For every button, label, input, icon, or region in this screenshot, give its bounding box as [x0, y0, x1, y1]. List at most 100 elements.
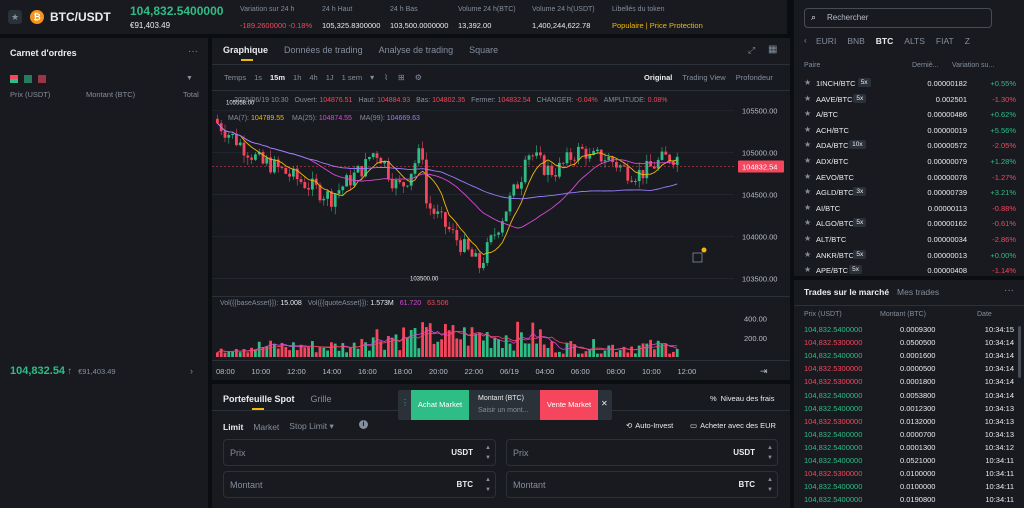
stepper-icon[interactable]: ▲ ▼	[485, 443, 491, 463]
market-row[interactable]: ★ AEVO/BTC 0.00000078 -1.27%	[794, 170, 1024, 185]
favorite-star-icon[interactable]: ★	[804, 172, 811, 181]
chevron-down-icon[interactable]: ▾	[370, 73, 374, 82]
chart-tab[interactable]: Graphique	[223, 45, 268, 61]
market-row[interactable]: ★ A/BTC 0.00000486 +0.62%	[794, 107, 1024, 122]
book-view-sell-icon[interactable]	[38, 75, 46, 83]
market-row[interactable]: ★ ADA/BTC 10x 0.00000572 -2.05%	[794, 138, 1024, 153]
interval-option[interactable]: 1J	[326, 73, 334, 82]
trade-tab[interactable]: Portefeuille Spot	[223, 394, 295, 410]
stepper-icon[interactable]: ▲ ▼	[485, 475, 491, 495]
interval-option[interactable]: 1s	[254, 73, 262, 82]
order-type-option[interactable]: Stop Limit ▾	[289, 421, 333, 432]
price-alert-icon[interactable]	[692, 252, 703, 263]
market-sell-button[interactable]: Vente Market	[540, 390, 598, 420]
market-row[interactable]: ★ AI/BTC 0.00000113 -0.88%	[794, 201, 1024, 216]
favorite-star-icon[interactable]: ★	[804, 125, 811, 134]
candle-body	[451, 229, 455, 231]
symbol-title[interactable]: BTC/USDT	[50, 10, 111, 24]
chart-view-option[interactable]: Original	[644, 73, 672, 82]
interval-option[interactable]: 15m	[270, 73, 285, 82]
search-input[interactable]: ⌕ Rechercher	[804, 8, 992, 28]
expand-icon[interactable]: ⤢	[748, 45, 755, 56]
market-tab[interactable]: BNB	[847, 36, 864, 46]
indicators-icon[interactable]: ⌇	[384, 73, 388, 82]
favorite-star-icon[interactable]: ★	[804, 265, 811, 274]
market-tab[interactable]: EURI	[816, 36, 836, 46]
precision-dropdown-icon[interactable]: ▼	[186, 75, 193, 82]
favorite-star-icon[interactable]: ★	[804, 140, 811, 149]
scrollbar[interactable]	[1018, 326, 1021, 378]
favorite-star-icon[interactable]: ★	[804, 94, 811, 103]
favorite-star-icon[interactable]: ★	[804, 250, 811, 259]
market-row[interactable]: ★ 1INCH/BTC 5x 0.00000182 +0.55%	[794, 76, 1024, 91]
market-tab[interactable]: Z	[965, 36, 970, 46]
book-view-both-icon[interactable]	[10, 75, 18, 83]
market-row[interactable]: ★ ALGO/BTC 5x 0.00000162 -0.61%	[794, 216, 1024, 231]
chevron-right-icon[interactable]: ›	[190, 366, 193, 376]
market-tab[interactable]: FIAT	[936, 36, 954, 46]
favorite-star-icon[interactable]: ★	[804, 78, 811, 87]
close-icon[interactable]: ✕	[601, 399, 608, 408]
sell-price-field[interactable]: Prix USDT ▲ ▼	[506, 439, 778, 466]
favorite-star-icon[interactable]: ★	[804, 234, 811, 243]
trades-tab[interactable]: Mes trades	[897, 287, 939, 297]
buy-amount-field[interactable]: Montant BTC ▲ ▼	[223, 471, 496, 498]
sell-amount-field[interactable]: Montant BTC ▲ ▼	[506, 471, 778, 498]
layout-grid-icon[interactable]: ▦	[768, 44, 777, 55]
volume-bar	[618, 350, 622, 357]
market-row[interactable]: ★ APE/BTC 5x 0.00000408 -1.14%	[794, 263, 1024, 276]
stepper-icon[interactable]: ▲ ▼	[767, 475, 773, 495]
favorite-star-icon[interactable]: ★	[804, 203, 811, 212]
interval-option[interactable]: 1 sem	[342, 73, 362, 82]
stat-value[interactable]: Populaire | Price Protection	[612, 21, 703, 30]
market-tab[interactable]: BTC	[876, 36, 893, 46]
info-icon[interactable]: i	[359, 420, 368, 429]
fee-level-link[interactable]: % Niveau des frais	[710, 394, 774, 403]
favorite-star-icon[interactable]: ★	[804, 109, 811, 118]
trade-amount: 0.0001600	[900, 351, 936, 361]
order-type-option[interactable]: Limit	[223, 422, 243, 432]
candlestick-chart[interactable]: 105500.00 105000.00 104500.00 104000.00 1035…	[212, 100, 790, 290]
buy-price-field[interactable]: Prix USDT ▲ ▼	[223, 439, 496, 466]
scroll-to-latest-icon[interactable]: ⇥	[760, 366, 768, 376]
more-options-icon[interactable]: ···	[1004, 285, 1014, 296]
market-tab[interactable]: ALTS	[904, 36, 925, 46]
chart-tab[interactable]: Analyse de trading	[379, 45, 454, 55]
chart-tab[interactable]: Square	[469, 45, 498, 55]
popup-amount-input[interactable]: Saisir un mont...	[478, 407, 529, 414]
book-view-buy-icon[interactable]	[24, 75, 32, 83]
market-row[interactable]: ★ AGLD/BTC 3x 0.00000739 +3.21%	[794, 185, 1024, 200]
stat-label: 24 h Bas	[390, 6, 418, 13]
market-row[interactable]: ★ ANKR/BTC 5x 0.00000013 +0.00%	[794, 248, 1024, 263]
chart-view-option[interactable]: Trading View	[682, 73, 725, 82]
settings-icon[interactable]: ⚙	[415, 73, 422, 82]
interval-option[interactable]: 4h	[309, 73, 317, 82]
interval-option[interactable]: 1h	[293, 73, 301, 82]
trade-tab[interactable]: Grille	[311, 394, 332, 404]
favorite-star-icon[interactable]: ★	[804, 156, 811, 165]
favorite-star-icon[interactable]: ★	[804, 187, 811, 196]
trade-row: 104,832.5300000 0.0001800 10:34:14	[794, 375, 1018, 388]
market-row[interactable]: ★ AAVE/BTC 5x 0.002501 -1.30%	[794, 92, 1024, 107]
volume-bar	[599, 353, 603, 357]
market-row[interactable]: ★ ACH/BTC 0.00000019 +5.56%	[794, 123, 1024, 138]
volume-bar	[596, 353, 599, 357]
favorite-star-icon[interactable]: ★	[804, 218, 811, 227]
chart-tab[interactable]: Données de trading	[284, 45, 363, 55]
drag-handle-icon[interactable]: ⋮	[401, 398, 409, 407]
more-options-icon[interactable]: ···	[188, 46, 198, 57]
pair-price: 0.00000486	[927, 110, 967, 120]
market-buy-button[interactable]: Achat Market	[411, 390, 469, 420]
drawing-icon[interactable]: ⊞	[398, 73, 405, 82]
buy-with-eur-link[interactable]: ▭ Acheter avec des EUR	[690, 421, 776, 430]
market-row[interactable]: ★ ALT/BTC 0.00000034 -2.86%	[794, 232, 1024, 247]
order-type-option[interactable]: Market	[253, 422, 279, 432]
book-last-price[interactable]: 104,832.54 ↑ €91,403.49	[10, 365, 116, 377]
chart-view-option[interactable]: Profondeur	[736, 73, 773, 82]
auto-invest-link[interactable]: ⟲ Auto-Invest	[626, 421, 673, 430]
tabs-left-arrow-icon[interactable]: ‹	[804, 36, 807, 45]
favorite-star-icon[interactable]: ★	[8, 10, 22, 24]
trades-tab[interactable]: Trades sur le marché	[804, 287, 889, 297]
stepper-icon[interactable]: ▲ ▼	[767, 443, 773, 463]
market-row[interactable]: ★ ADX/BTC 0.00000079 +1.28%	[794, 154, 1024, 169]
